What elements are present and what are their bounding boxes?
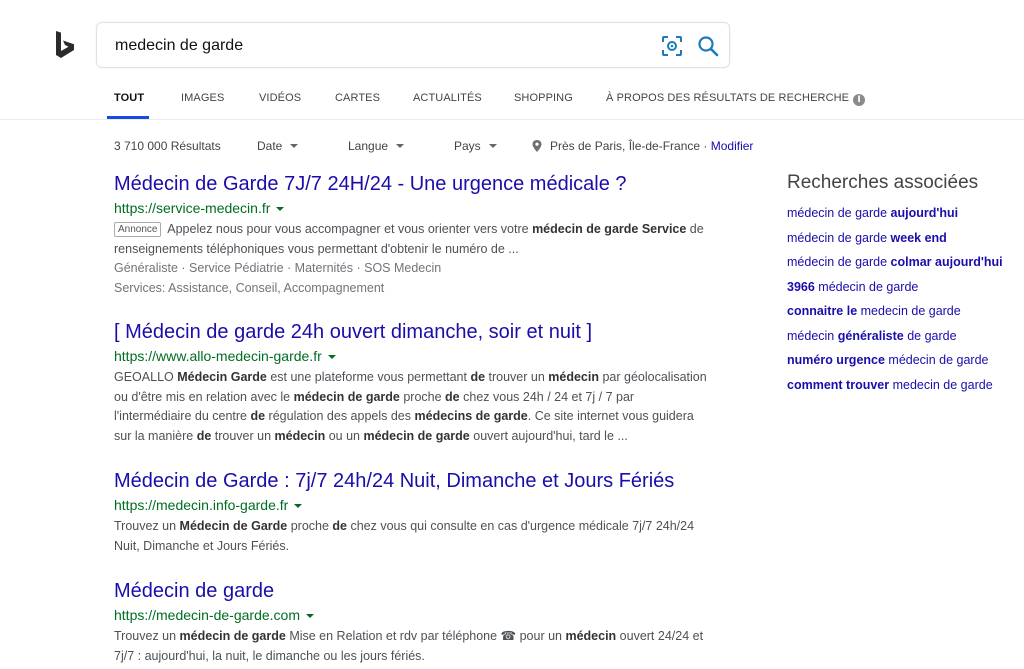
result-url-text: https://medecin.info-garde.fr [114,497,289,513]
caret-down-icon[interactable] [276,207,285,211]
result-title-link[interactable]: Médecin de Garde 7J/7 24H/24 - Une urgen… [114,172,714,196]
bing-logo[interactable] [54,30,76,60]
result-url[interactable]: https://www.allo-medecin-garde.fr [114,346,714,366]
active-tab-indicator [107,116,149,119]
search-box [96,22,730,68]
tab-shopping[interactable]: SHOPPING [514,92,573,104]
tab-about-results[interactable]: À PROPOS DES RÉSULTATS DE RECHERCHE i [606,92,866,106]
highlighted-keyword: médecin de garde [363,428,470,443]
related-search-link[interactable]: numéro urgence médecin de garde [787,348,1017,373]
highlighted-keyword: comment trouver [787,377,890,392]
search-input[interactable] [115,35,635,57]
sitelink-generaliste[interactable]: Généraliste [114,261,178,275]
result-url[interactable]: https://medecin.info-garde.fr [114,495,714,515]
location-filter: Près de Paris, Île-de-France · Modifier [532,139,753,153]
related-searches: Recherches associées médecin de garde au… [787,172,1017,397]
location-text: Près de Paris, Île-de-France [550,139,701,153]
highlighted-keyword: numéro urgence [787,353,885,367]
search-result: Médecin de garde https://medecin-de-gard… [114,579,714,666]
highlighted-keyword: week end [890,230,947,245]
result-title-link[interactable]: Médecin de Garde : 7j/7 24h/24 Nuit, Dim… [114,469,714,493]
result-url-text: https://medecin-de-garde.com [114,607,300,623]
info-icon[interactable]: i [853,94,866,106]
result-snippet: Trouvez un médecin de garde Mise en Rela… [114,629,704,663]
separator-dot: · [703,139,708,153]
chevron-down-icon [488,144,497,148]
tab-bar: TOUT IMAGES VIDÉOS CARTES ACTUALITÉS SHO… [0,86,1024,120]
visual-search-icon[interactable] [661,35,683,57]
related-search-link[interactable]: médecin de garde aujourd'hui [787,201,1017,226]
highlighted-keyword: médecin de garde [293,389,400,404]
result-sitelinks: Généraliste · Service Pédiatrie · Matern… [114,261,442,275]
result-snippet: GEOALLO Médecin Garde est une plateforme… [114,370,707,443]
result-title-link[interactable]: [ Médecin de garde 24h ouvert dimanche, … [114,320,714,344]
country-filter[interactable]: Pays [454,139,497,153]
result-url[interactable]: https://medecin-de-garde.com [114,605,714,625]
related-search-link[interactable]: médecin de garde week end [787,226,1017,251]
highlighted-keyword: médecins de garde [414,409,528,423]
highlighted-keyword: colmar aujourd'hui [890,255,1003,269]
highlighted-keyword: 3966 [787,279,815,294]
location-pin-icon [532,140,542,152]
chevron-down-icon [290,144,299,148]
caret-down-icon[interactable] [294,504,303,508]
highlighted-keyword: de [196,428,212,443]
related-search-link[interactable]: 3966 médecin de garde [787,275,1017,300]
language-filter[interactable]: Langue [348,139,405,153]
search-result: Médecin de Garde : 7j/7 24h/24 Nuit, Dim… [114,469,714,556]
chevron-down-icon [396,144,405,148]
highlighted-keyword: médecin de garde [179,629,286,643]
date-filter[interactable]: Date [257,139,299,153]
highlighted-keyword: Médecin Garde [177,370,267,384]
highlighted-keyword: de [250,409,266,423]
tab-about-results-label: À PROPOS DES RÉSULTATS DE RECHERCHE [606,92,850,104]
ad-badge: Annonce [114,222,162,237]
caret-down-icon[interactable] [327,355,336,359]
result-snippet: Annonce Appelez nous pour vous accompagn… [114,222,704,256]
search-icon[interactable] [697,35,719,57]
highlighted-keyword: connaitre le [787,304,858,318]
highlighted-keyword: médecin [548,370,599,384]
caret-down-icon[interactable] [305,614,314,618]
date-filter-label: Date [257,139,283,153]
tab-videos[interactable]: VIDÉOS [259,92,301,104]
highlighted-keyword: de [332,519,347,533]
highlighted-keyword: médecin de garde [532,222,639,236]
country-filter-label: Pays [454,139,481,153]
highlighted-keyword: aujourd'hui [890,206,959,220]
related-search-link[interactable]: médecin généraliste de garde [787,324,1017,349]
related-search-link[interactable]: médecin de garde colmar aujourd'hui [787,250,1017,275]
result-url-text: https://www.allo-medecin-garde.fr [114,348,322,364]
sitelink-sos-medecin[interactable]: SOS Medecin [364,261,441,275]
related-searches-title: Recherches associées [787,172,979,193]
highlighted-keyword: de [445,389,460,404]
result-url[interactable]: https://service-medecin.fr [114,198,714,218]
result-snippet: Trouvez un Médecin de Garde proche de ch… [114,519,695,553]
tab-maps[interactable]: CARTES [335,92,380,104]
result-url-text: https://service-medecin.fr [114,200,271,216]
highlighted-keyword: médecin [274,428,326,443]
tab-news[interactable]: ACTUALITÉS [413,92,482,104]
tab-all[interactable]: TOUT [114,92,144,104]
highlighted-keyword: généraliste [837,328,904,343]
tab-images[interactable]: IMAGES [181,92,224,104]
language-filter-label: Langue [348,139,389,153]
modify-location-link[interactable]: Modifier [711,139,754,153]
search-result: Médecin de Garde 7J/7 24H/24 - Une urgen… [114,172,714,298]
highlighted-keyword: de [470,370,486,384]
results-count: 3 710 000 Résultats [114,139,221,153]
sitelink-service-pediatrie[interactable]: Service Pédiatrie [189,261,284,275]
result-services: Services: Assistance, Conseil, Accompagn… [114,280,385,295]
related-search-link[interactable]: comment trouver medecin de garde [787,373,1017,398]
highlighted-keyword: Service [641,222,687,236]
search-result: [ Médecin de garde 24h ouvert dimanche, … [114,320,714,446]
result-title-link[interactable]: Médecin de garde [114,579,714,603]
related-search-link[interactable]: connaitre le medecin de garde [787,299,1017,324]
highlighted-keyword: médecin [565,629,617,643]
highlighted-keyword: Médecin de Garde [179,519,288,533]
sitelink-maternites[interactable]: Maternités [295,261,353,275]
